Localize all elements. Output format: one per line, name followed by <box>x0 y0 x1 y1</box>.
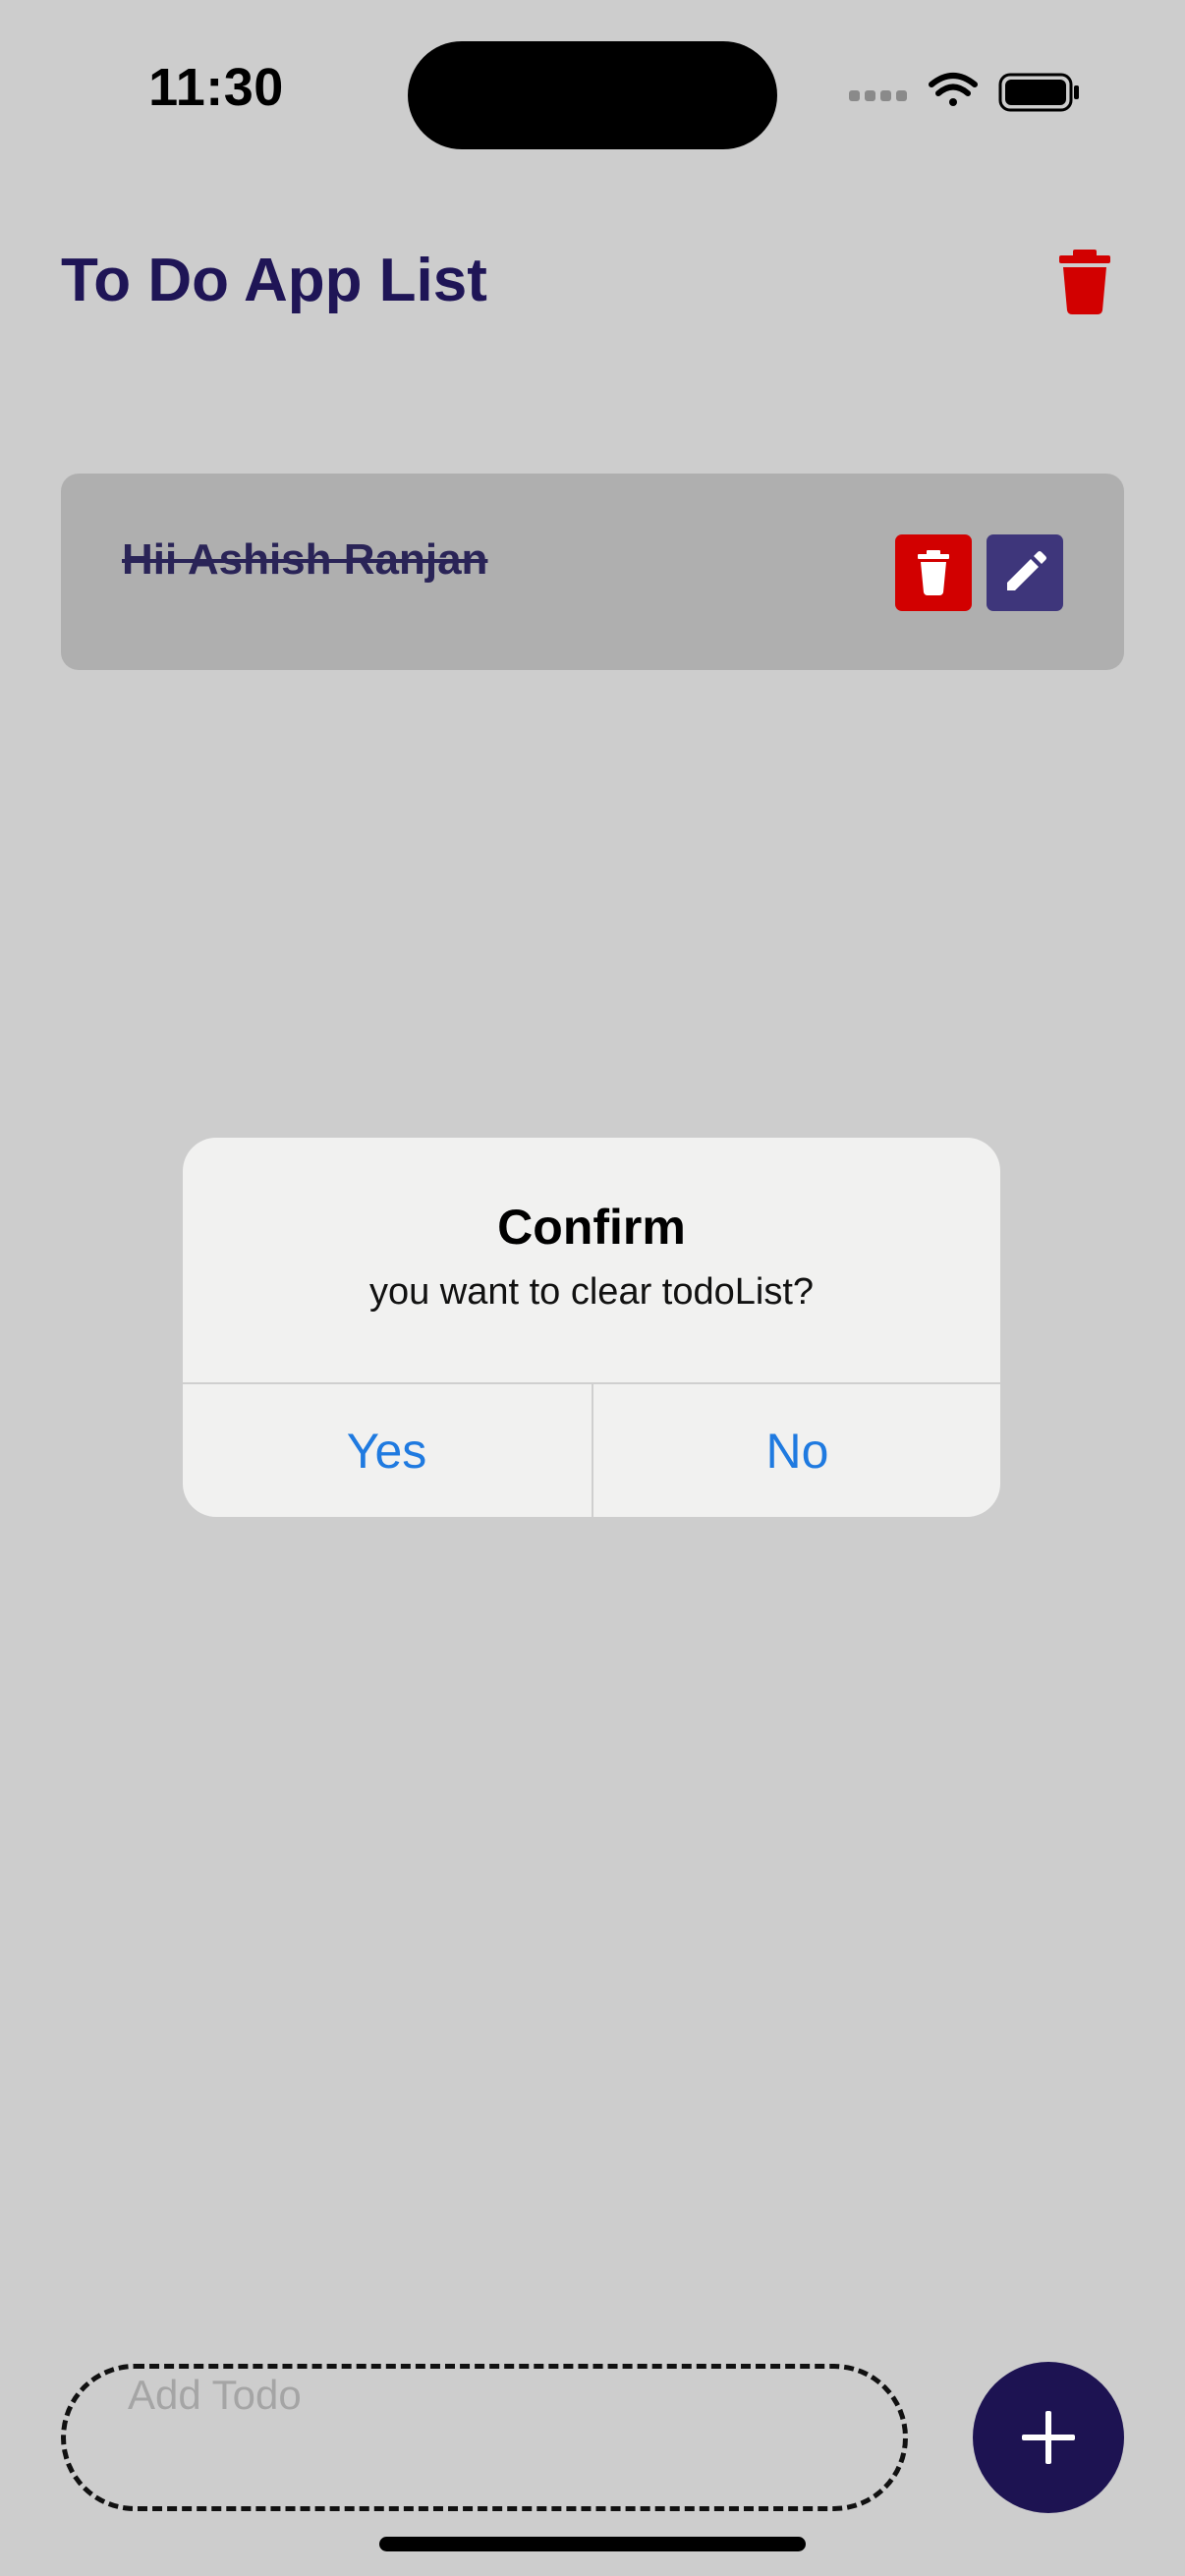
dynamic-island <box>408 41 777 149</box>
plus-icon <box>1022 2411 1075 2464</box>
status-icons <box>845 69 1091 118</box>
wifi-icon <box>929 73 978 106</box>
add-todo-placeholder: Add Todo <box>128 2372 302 2418</box>
clear-all-button[interactable] <box>1055 250 1114 314</box>
battery-icon <box>998 73 1079 112</box>
home-indicator <box>379 2537 806 2551</box>
trash-icon <box>918 550 949 595</box>
add-todo-button[interactable] <box>973 2362 1124 2513</box>
page-title: To Do App List <box>61 247 487 314</box>
status-time: 11:30 <box>148 58 284 117</box>
confirm-dialog: Confirm you want to clear todoList? Yes … <box>183 1138 1000 1517</box>
dialog-yes-button[interactable]: Yes <box>183 1384 591 1517</box>
trash-icon <box>1059 250 1110 314</box>
dialog-title: Confirm <box>497 1200 686 1255</box>
dialog-message: you want to clear todoList? <box>368 1271 815 1313</box>
signal-dots-icon <box>849 90 907 101</box>
dialog-no-button[interactable]: No <box>593 1384 1000 1517</box>
todo-item-text: Hii Ashish Ranjan <box>122 535 488 584</box>
todo-delete-button[interactable] <box>895 534 972 611</box>
pencil-icon <box>1007 551 1046 590</box>
todo-edit-button[interactable] <box>987 534 1063 611</box>
